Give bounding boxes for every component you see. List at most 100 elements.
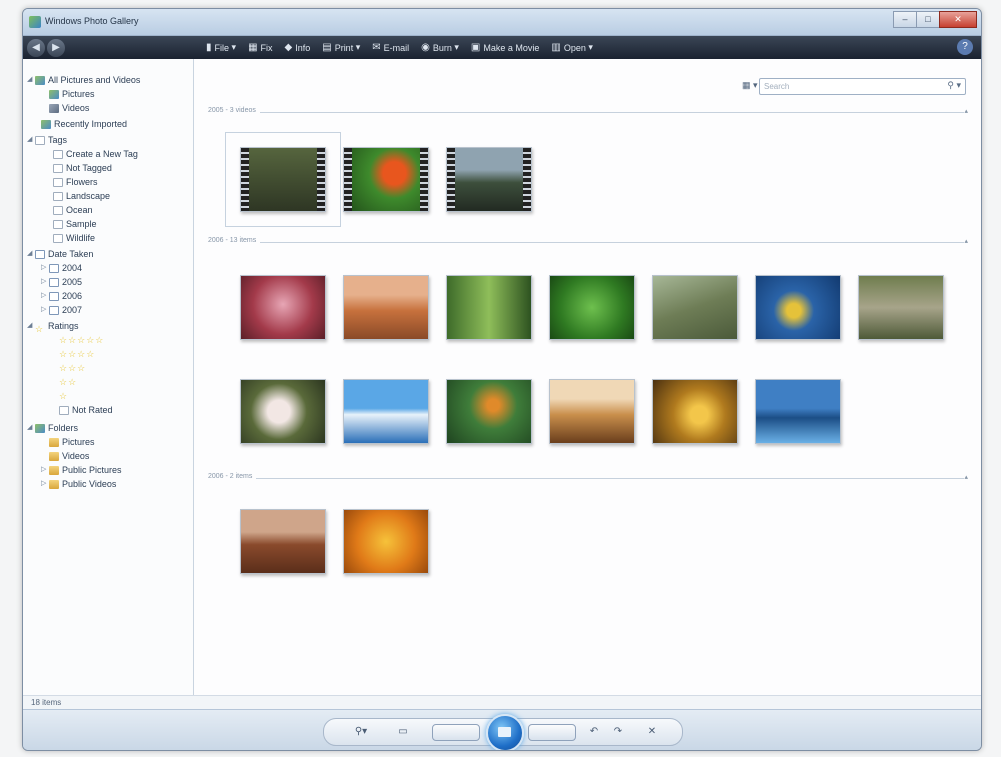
tree-recently-imported[interactable]: Recently Imported [41,117,127,131]
tree-not-rated[interactable]: Not Rated [59,403,113,417]
search-input[interactable] [764,80,934,92]
tree-not-tagged[interactable]: Not Tagged [53,161,112,175]
photo-gallery-app-icon [29,16,41,28]
search-box[interactable]: ⚲ ▾ [759,78,966,95]
tree-tag-ocean[interactable]: Ocean [53,203,93,217]
photo-thumbnail[interactable] [343,275,429,340]
tree-year-2005[interactable]: ▷ 2005 [41,275,82,289]
photo-thumbnail[interactable] [858,275,944,340]
photo-thumbnail[interactable] [240,509,326,574]
toolbar-info[interactable]: ◆ Info [279,42,317,53]
photo-thumbnail[interactable] [446,379,532,444]
collapse-group-icon[interactable]: ▴ [964,473,968,481]
photo-thumbnail[interactable] [549,275,635,340]
folder-icon [49,451,59,461]
photo-thumbnail[interactable] [652,379,738,444]
video-thumbnail[interactable] [225,132,341,227]
tree-date-taken[interactable]: ◢ Date Taken [27,247,93,261]
collapse-group-icon[interactable]: ▴ [964,237,968,245]
folder-icon [49,479,59,489]
tree-rating-2[interactable]: ☆☆ [59,375,77,389]
toolbar-make-movie[interactable]: ▣ Make a Movie [465,42,545,53]
toolbar-email[interactable]: ✉ E-mail [366,42,415,53]
photo-thumbnail[interactable] [343,379,429,444]
slideshow-button[interactable] [486,714,524,750]
photo-thumbnail[interactable] [652,275,738,340]
file-icon: ▮ [206,42,212,53]
collapse-icon[interactable]: ◢ [27,421,35,435]
expand-icon[interactable]: ▷ [41,261,49,275]
video-thumbnail[interactable] [343,147,429,212]
tree-rating-1[interactable]: ☆ [59,389,68,403]
minimize-button[interactable]: – [893,11,917,28]
photo-thumbnail[interactable] [549,379,635,444]
video-thumbnail[interactable] [446,147,532,212]
view-options-icon[interactable]: ▦ ▾ [742,80,758,91]
photo-thumbnail[interactable] [446,275,532,340]
tree-tag-wildlife[interactable]: Wildlife [53,231,95,245]
photo-gallery-window: Windows Photo Gallery – □ ✕ ◀ ▶ ▮ File ▾ … [22,8,982,751]
tree-ratings[interactable]: ◢ ☆ Ratings [27,319,79,334]
zoom-icon[interactable]: ⚲▾ [348,724,374,739]
tree-create-tag[interactable]: Create a New Tag [53,147,138,161]
rotate-counterclockwise-icon[interactable]: ↶ [586,724,602,739]
tree-tag-sample[interactable]: Sample [53,217,97,231]
expand-icon[interactable]: ▷ [41,289,49,303]
group-header[interactable]: 2006 - 2 items ▴ [208,473,968,483]
group-header[interactable]: 2005 - 3 videos ▴ [208,107,968,117]
toolbar-fix[interactable]: ▦ Fix [242,42,278,53]
close-button[interactable]: ✕ [939,11,977,28]
tag-icon [53,177,63,187]
delete-icon[interactable]: ✕ [644,724,660,739]
maximize-button[interactable]: □ [916,11,940,28]
expand-icon[interactable]: ▷ [41,477,49,491]
group-header[interactable]: 2006 - 13 items ▴ [208,237,968,247]
photo-thumbnail[interactable] [240,275,326,340]
tree-videos[interactable]: Videos [49,101,89,115]
photo-thumbnail[interactable] [755,275,841,340]
tree-year-2004[interactable]: ▷ 2004 [41,261,82,275]
previous-button[interactable] [432,724,480,741]
tree-tag-flowers[interactable]: Flowers [53,175,98,189]
forward-arrow-icon[interactable]: ▶ [47,38,65,57]
tree-rating-4[interactable]: ☆☆☆☆ [59,347,95,361]
calendar-icon [49,277,59,287]
expand-icon[interactable]: ▷ [41,303,49,317]
collapse-icon[interactable]: ◢ [27,247,35,261]
toolbar-print[interactable]: ▤ Print ▾ [316,42,366,53]
tree-folder-pictures[interactable]: Pictures [49,435,95,449]
tree-folder-videos[interactable]: Videos [49,449,89,463]
search-icon[interactable]: ⚲ ▾ [947,80,961,91]
photo-thumbnail[interactable] [240,379,326,444]
tree-folders[interactable]: ◢ Folders [27,421,78,435]
toolbar-open[interactable]: ▥ Open ▾ [545,42,599,53]
collapse-icon[interactable]: ◢ [27,319,35,333]
tree-tags[interactable]: ◢ Tags [27,133,67,147]
tree-rating-5[interactable]: ☆☆☆☆☆ [59,333,104,347]
command-toolbar: ◀ ▶ ▮ File ▾ ▦ Fix ◆ Info ▤ Print ▾ ✉ E-mail … [23,36,981,59]
next-button[interactable] [528,724,576,741]
tree-year-2007[interactable]: ▷ 2007 [41,303,82,317]
rotate-clockwise-icon[interactable]: ↷ [610,724,626,739]
tree-pictures[interactable]: Pictures [49,87,95,101]
collapse-icon[interactable]: ◢ [27,73,35,87]
toolbar-burn[interactable]: ◉ Burn ▾ [415,42,465,53]
collapse-icon[interactable]: ◢ [27,133,35,147]
tree-rating-3[interactable]: ☆☆☆ [59,361,86,375]
tree-public-videos[interactable]: ▷ Public Videos [41,477,116,491]
photo-thumbnail[interactable] [755,379,841,444]
help-icon[interactable]: ? [957,39,973,55]
photo-thumbnail[interactable] [343,509,429,574]
tree-tag-landscape[interactable]: Landscape [53,189,110,203]
back-arrow-icon[interactable]: ◀ [27,38,45,57]
tree-all-pictures-videos[interactable]: ◢ All Pictures and Videos [27,73,140,87]
calendar-icon [35,249,45,259]
expand-icon[interactable]: ▷ [41,463,49,477]
not-rated-icon [59,405,69,415]
collapse-group-icon[interactable]: ▴ [964,107,968,115]
expand-icon[interactable]: ▷ [41,275,49,289]
toolbar-file[interactable]: ▮ File ▾ [200,42,242,53]
actual-size-icon[interactable]: ▭ [394,724,412,739]
tree-public-pictures[interactable]: ▷ Public Pictures [41,463,122,477]
tree-year-2006[interactable]: ▷ 2006 [41,289,82,303]
